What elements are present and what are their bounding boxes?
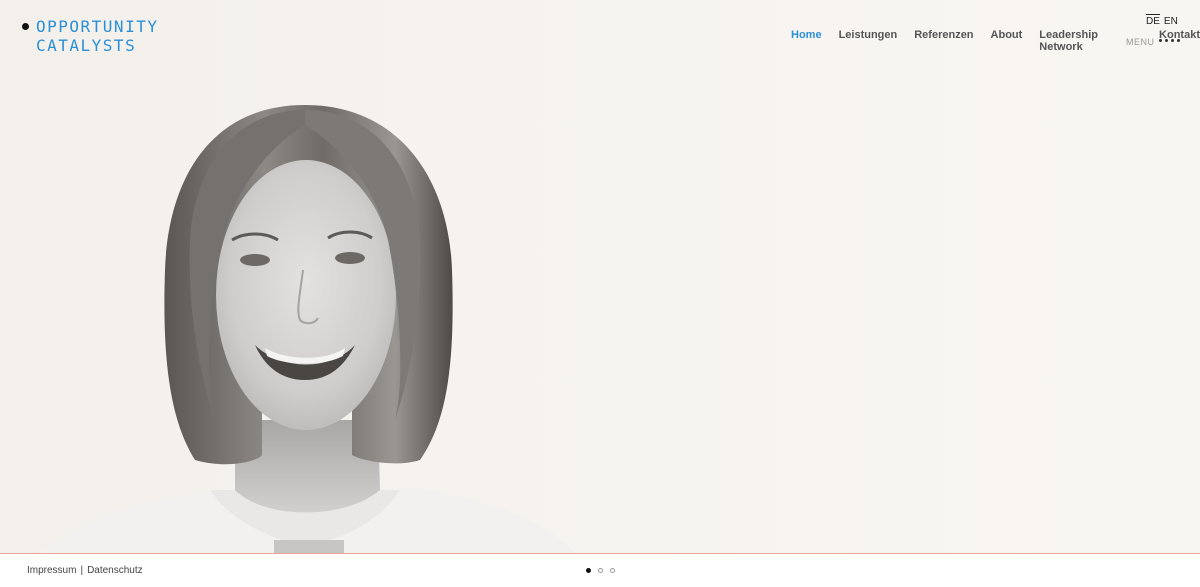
footer-separator: | xyxy=(80,565,84,576)
impressum-link[interactable]: Impressum xyxy=(27,565,76,576)
hero-slider[interactable] xyxy=(0,0,1200,553)
slider-dot-2[interactable] xyxy=(598,568,603,573)
footer-links: Impressum | Datenschutz xyxy=(27,565,143,576)
logo-text: OPPORTUNITY CATALYSTS xyxy=(36,17,158,55)
logo[interactable]: OPPORTUNITY CATALYSTS xyxy=(22,17,158,55)
lang-de[interactable]: DE xyxy=(1146,14,1160,27)
datenschutz-link[interactable]: Datenschutz xyxy=(87,565,143,576)
logo-line-2: CATALYSTS xyxy=(36,36,137,55)
lang-en[interactable]: EN xyxy=(1164,14,1178,27)
dots-menu-icon[interactable] xyxy=(1159,39,1180,42)
nav-item-home[interactable]: Home xyxy=(791,29,822,53)
hero-portrait-image xyxy=(40,105,575,553)
slider-dot-1[interactable] xyxy=(586,568,591,573)
nav-item-about[interactable]: About xyxy=(991,29,1023,53)
page: OPPORTUNITY CATALYSTS DE EN Home Leistun… xyxy=(0,0,1200,587)
dot-icon xyxy=(22,23,29,30)
logo-line-1: OPPORTUNITY xyxy=(36,17,159,36)
slider-dot-3[interactable] xyxy=(610,568,615,573)
footer: Impressum | Datenschutz xyxy=(0,553,1200,587)
nav-item-referenzen[interactable]: Referenzen xyxy=(914,29,973,53)
language-switch: DE EN xyxy=(1146,14,1178,27)
slider-pagination xyxy=(586,568,615,573)
menu-label[interactable]: MENU xyxy=(1126,37,1155,47)
nav-item-leistungen[interactable]: Leistungen xyxy=(839,29,898,53)
